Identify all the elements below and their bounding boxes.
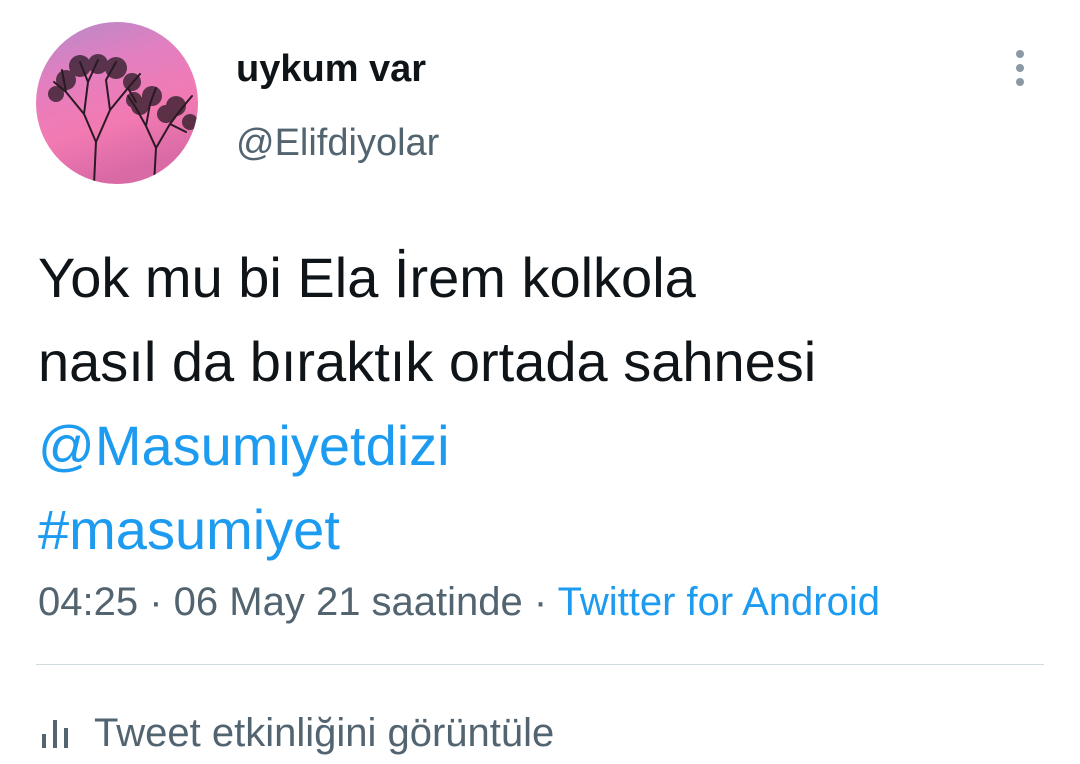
more-vertical-icon xyxy=(1016,50,1024,86)
tweet-time: 04:25 xyxy=(38,580,139,624)
mention-link[interactable]: @Masumiyetdizi xyxy=(38,404,1048,488)
tweet-meta: 04:25 · 06 May 21 saatinde · Twitter for… xyxy=(38,578,880,626)
tweet-text-line-2: nasıl da bıraktık ortada sahnesi xyxy=(38,330,817,393)
tweet-date: 06 May 21 saatinde xyxy=(173,580,523,624)
user-handle[interactable]: @Elifdiyolar xyxy=(236,120,439,166)
avatar-image xyxy=(36,22,198,184)
meta-separator: · xyxy=(138,580,174,624)
tweet-text-line-1: Yok mu bi Ela İrem kolkola xyxy=(38,246,696,309)
meta-separator: · xyxy=(522,580,558,624)
view-tweet-activity-button[interactable]: Tweet etkinliğini görüntüle xyxy=(38,708,554,758)
more-options-button[interactable] xyxy=(1000,46,1040,90)
divider xyxy=(36,664,1044,665)
tweet-source-link[interactable]: Twitter for Android xyxy=(558,580,880,624)
display-name[interactable]: uykum var xyxy=(236,46,426,92)
avatar[interactable] xyxy=(36,22,198,184)
tweet-text: Yok mu bi Ela İrem kolkola nasıl da bıra… xyxy=(38,236,1048,572)
tweet-card: uykum var @Elifdiyolar Yok mu bi Ela İre… xyxy=(0,0,1080,764)
hashtag-link[interactable]: #masumiyet xyxy=(38,488,1048,572)
bar-chart-icon xyxy=(42,720,68,748)
view-tweet-activity-label: Tweet etkinliğini görüntüle xyxy=(94,711,555,755)
